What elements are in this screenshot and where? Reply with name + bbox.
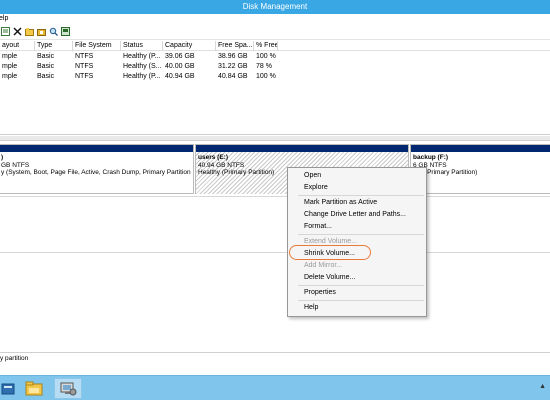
column-header-type[interactable]: Type [35,41,73,51]
column-header-file-system[interactable]: File System [73,41,121,51]
partition-body: ) GB NTFS y (System, Boot, Page File, Ac… [0,152,193,179]
menubar: elp [0,14,550,24]
menu-item-mark-active[interactable]: Mark Partition as Active [304,197,377,208]
cell-file-system: NTFS [75,53,94,60]
menu-separator [298,234,424,235]
menu-separator [298,195,424,196]
row-divider [0,252,550,253]
file-explorer-icon [25,381,43,396]
partition-size: GB NTFS [1,161,30,169]
cell-type: Basic [37,73,55,80]
partition-size: 6 GB NTFS [413,161,447,169]
taskbar-disk-management-button[interactable] [54,378,82,399]
partition-name: users (E:) [198,154,228,161]
menu-item-help[interactable]: Help [304,302,318,313]
menu-item-extend-volume: Extend Volume... [304,238,357,245]
cell-percent-free: 100 % [256,73,276,80]
menu-separator [298,300,424,301]
folder-icon[interactable] [37,27,46,36]
menu-item-properties[interactable]: Properties [304,287,336,298]
taskbar: ▲ [0,375,550,400]
pane-splitter[interactable] [0,136,550,141]
cell-layout: mple [2,63,18,70]
volume-list: ayout Type File System Status Capacity F… [0,41,550,135]
delete-icon[interactable] [13,27,22,36]
column-header-free-space[interactable]: Free Spa... [216,41,254,51]
menu-item-change-drive-letter[interactable]: Change Drive Letter and Paths... [304,209,406,220]
partition-system[interactable]: ) GB NTFS y (System, Boot, Page File, Ac… [0,144,194,194]
legend-bar: y partition [0,352,550,364]
disk-icon[interactable] [61,27,70,36]
menu-item-explore[interactable]: Explore [304,182,328,193]
folder-open-icon[interactable] [25,27,34,36]
cell-layout: mple [2,73,18,80]
server-manager-icon [1,383,15,394]
cell-type: Basic [37,53,55,60]
computer-management-icon [60,382,77,396]
window-title: Disk Management [242,2,308,11]
column-header-layout[interactable]: ayout [0,41,35,51]
cell-status: Healthy (P... [123,73,161,80]
disk-graphical-view: ) GB NTFS y (System, Boot, Page File, Ac… [0,136,550,354]
taskbar-server-manager-button[interactable] [0,378,22,399]
partition-backup[interactable]: backup (F:) 6 GB NTFS lthy (Primary Part… [410,144,550,194]
toolbar [0,24,550,40]
menu-separator [298,285,424,286]
partition-body: backup (F:) 6 GB NTFS lthy (Primary Part… [411,152,550,179]
cell-capacity: 40.94 GB [165,73,195,80]
taskbar-file-explorer-button[interactable] [20,378,48,399]
cell-free-space: 38.96 GB [218,53,248,60]
cell-free-space: 31.22 GB [218,63,248,70]
menu-item-shrink-volume[interactable]: Shrink Volume... [304,248,355,259]
partition-bar [411,145,550,152]
cell-free-space: 40.84 GB [218,73,248,80]
partition-name: ) [1,154,4,161]
magnifier-icon[interactable] [49,27,58,36]
cell-layout: mple [2,53,18,60]
partition-status: lthy (Primary Partition) [413,169,478,176]
cell-status: Healthy (S... [123,63,162,70]
menu-item-open[interactable]: Open [304,170,321,181]
menu-item-add-mirror: Add Mirror... [304,262,343,269]
cell-file-system: NTFS [75,73,94,80]
tray-expand-arrow[interactable]: ▲ [539,383,546,390]
table-row[interactable]: mple Basic NTFS Healthy (P... 39.06 GB 3… [0,52,550,62]
column-header-status[interactable]: Status [121,41,163,51]
cell-type: Basic [37,63,55,70]
column-header-capacity[interactable]: Capacity [163,41,216,51]
row-divider [0,196,550,197]
partition-bar [0,145,193,152]
cell-status: Healthy (P... [123,53,161,60]
menu-help[interactable]: elp [0,15,8,22]
cell-percent-free: 100 % [256,53,276,60]
cell-file-system: NTFS [75,63,94,70]
table-row[interactable]: mple Basic NTFS Healthy (P... 40.94 GB 4… [0,72,550,82]
volume-list-header: ayout Type File System Status Capacity F… [0,41,550,51]
menu-item-delete-volume[interactable]: Delete Volume... [304,272,355,283]
cell-capacity: 40.00 GB [165,63,195,70]
menu-item-format[interactable]: Format... [304,221,332,232]
cell-capacity: 39.06 GB [165,53,195,60]
partition-status: y (System, Boot, Page File, Active, Cras… [1,169,191,176]
cell-percent-free: 78 % [256,63,272,70]
table-row[interactable]: mple Basic NTFS Healthy (S... 40.00 GB 3… [0,62,550,72]
context-menu: Open Explore Mark Partition as Active Ch… [287,167,427,317]
window-titlebar: Disk Management [0,0,550,14]
column-header-percent-free[interactable]: % Free [254,41,278,51]
properties-icon[interactable] [1,27,10,36]
disk-row: ) GB NTFS y (System, Boot, Page File, Ac… [0,144,550,194]
legend-primary-partition: y partition [0,355,29,362]
partition-name: backup (F:) [413,154,449,161]
partition-bar [196,145,408,152]
